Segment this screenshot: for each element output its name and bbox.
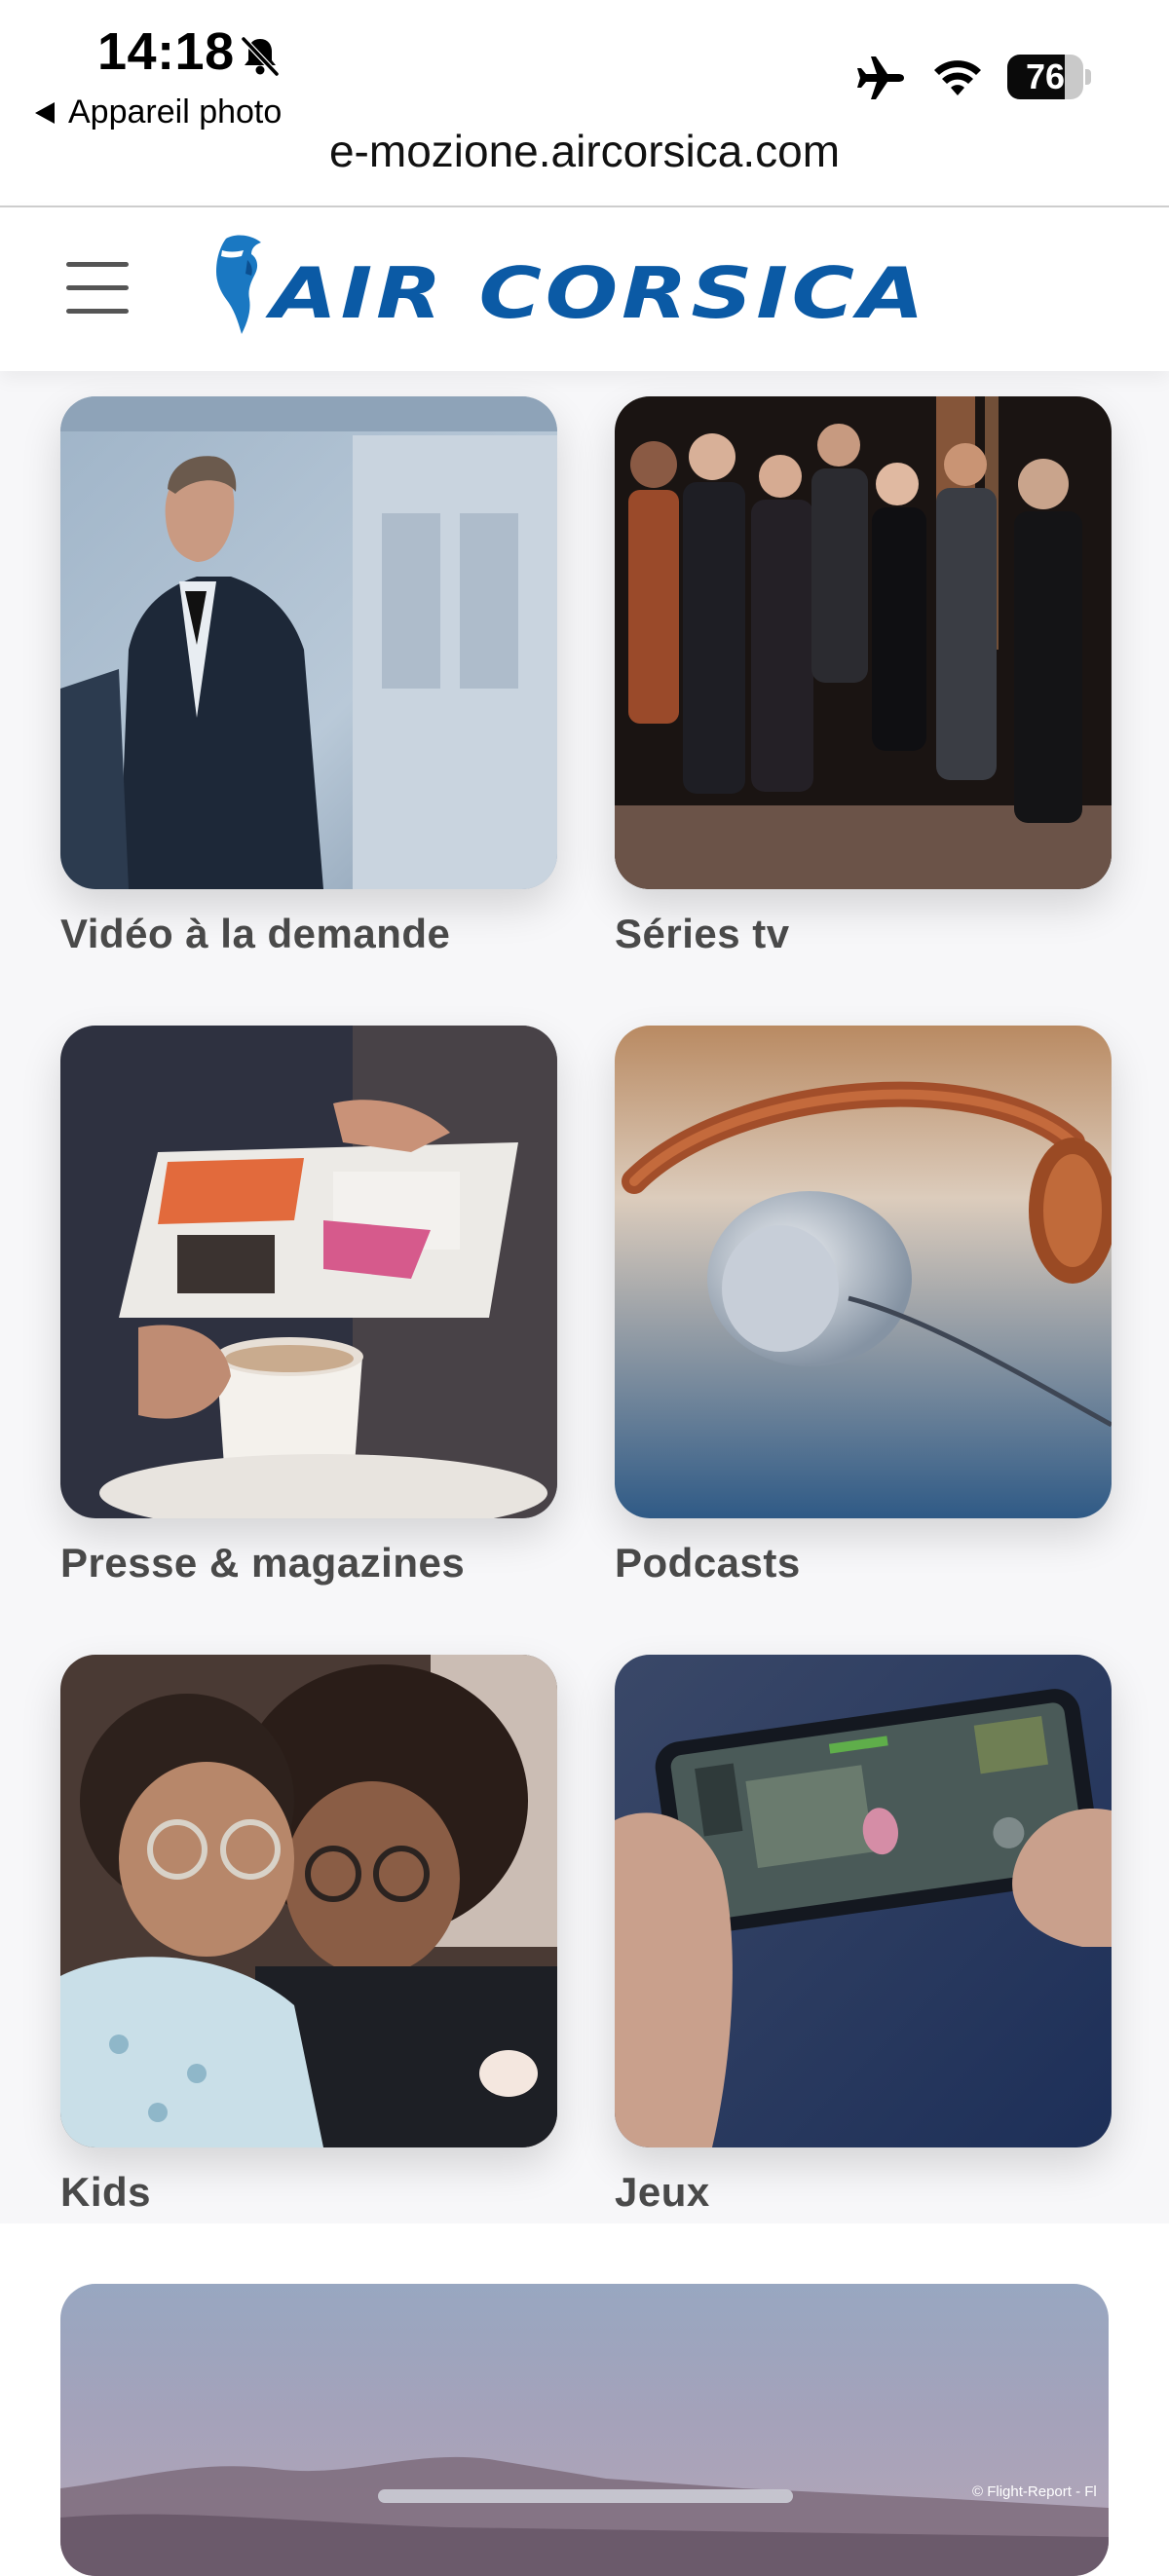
tile-video-on-demand[interactable]: Vidéo à la demande — [60, 396, 557, 957]
tile-games[interactable]: Jeux — [615, 1655, 1112, 2216]
reading-magazine-coffee-image — [60, 1026, 557, 1518]
battery-icon: 76 — [1007, 55, 1091, 99]
bottom-banner-landscape-image[interactable] — [60, 2284, 1109, 2576]
headphones-image — [615, 1026, 1112, 1518]
back-triangle-icon — [35, 101, 55, 124]
battery-tip — [1085, 69, 1091, 85]
tile-label: Presse & magazines — [60, 1540, 466, 1586]
status-bar: 14:18 Appareil photo 76 — [0, 0, 1169, 131]
battery-body: 76 — [1007, 55, 1083, 99]
tv-series-cast-image — [615, 396, 1112, 889]
banner-credit: © Flight-Report - Fl — [972, 2483, 1097, 2500]
tile-label: Vidéo à la demande — [60, 911, 451, 956]
air-corsica-logo[interactable]: AIR CORSICA — [212, 231, 955, 340]
tile-label: Kids — [60, 2169, 152, 2215]
tile-label: Jeux — [615, 2169, 710, 2215]
site-header: AIR CORSICA — [0, 207, 1169, 371]
hamburger-icon[interactable] — [66, 262, 129, 315]
tile-label: Podcasts — [615, 1540, 801, 1586]
tile-press-magazines[interactable]: Presse & magazines — [60, 1026, 557, 1587]
wifi-icon — [934, 60, 981, 95]
kids-with-glasses-image — [60, 1655, 557, 2147]
tile-podcasts[interactable]: Podcasts — [615, 1026, 1112, 1587]
mobile-game-image — [615, 1655, 1112, 2147]
content-area: Vidéo à la demande Séries tv Presse & ma… — [0, 371, 1169, 2223]
tile-label: Séries tv — [615, 911, 790, 956]
bell-slash-icon — [241, 36, 280, 77]
man-in-tuxedo-casino-image — [60, 396, 557, 889]
airplane-icon — [857, 56, 904, 99]
address-bar[interactable]: e-mozione.aircorsica.com — [0, 125, 1169, 177]
battery-level: 76 — [1025, 56, 1066, 96]
home-indicator[interactable] — [378, 2489, 793, 2503]
tile-tv-series[interactable]: Séries tv — [615, 396, 1112, 957]
status-time: 14:18 — [97, 22, 235, 81]
tile-kids[interactable]: Kids — [60, 1655, 557, 2216]
logo-text: AIR CORSICA — [271, 252, 928, 334]
